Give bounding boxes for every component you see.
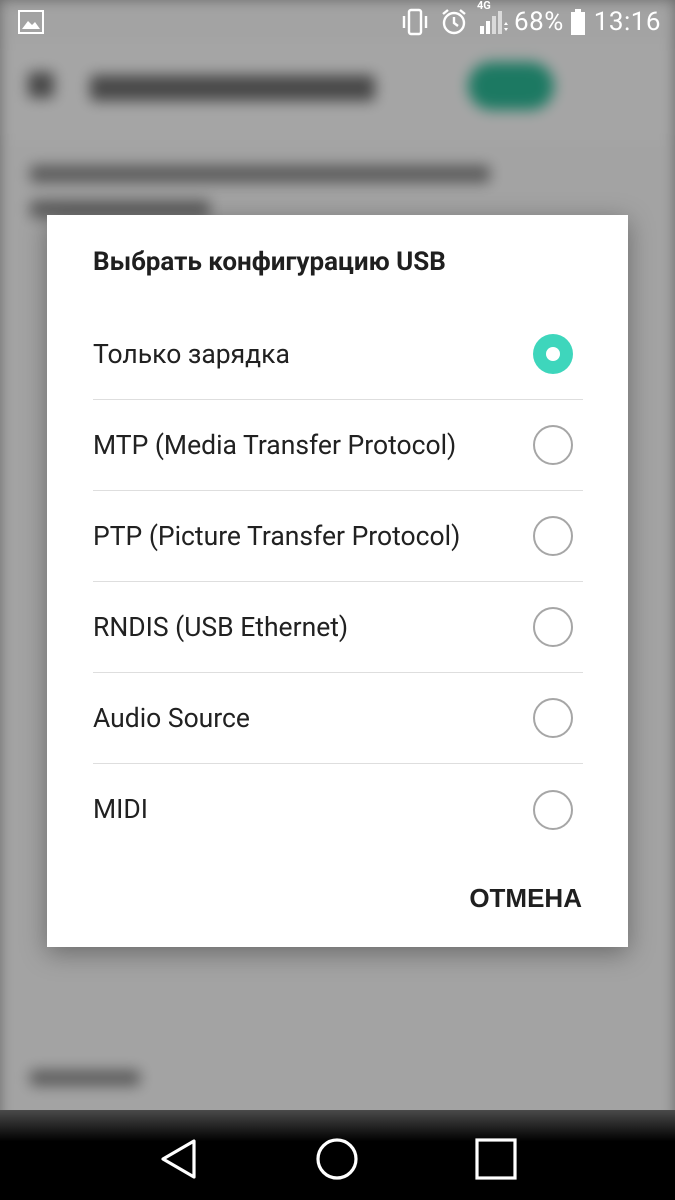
usb-config-dialog: Выбрать конфигурацию USB Только зарядка … bbox=[47, 215, 628, 947]
home-button[interactable] bbox=[307, 1129, 367, 1189]
option-label: Только зарядка bbox=[93, 338, 290, 370]
option-midi[interactable]: MIDI bbox=[93, 764, 583, 855]
back-button[interactable] bbox=[149, 1129, 209, 1189]
option-label: PTP (Picture Transfer Protocol) bbox=[93, 520, 461, 552]
status-bar: 4G 68% 13:16 bbox=[0, 0, 675, 44]
recents-icon bbox=[475, 1138, 517, 1180]
radio-button[interactable] bbox=[533, 607, 573, 647]
option-charging-only[interactable]: Только зарядка bbox=[93, 309, 583, 400]
option-label: RNDIS (USB Ethernet) bbox=[93, 611, 349, 643]
battery-icon bbox=[570, 9, 586, 35]
battery-percent: 68% bbox=[513, 7, 564, 37]
home-icon bbox=[316, 1138, 359, 1180]
navigation-bar bbox=[0, 1110, 675, 1200]
option-rndis[interactable]: RNDIS (USB Ethernet) bbox=[93, 582, 583, 673]
option-ptp[interactable]: PTP (Picture Transfer Protocol) bbox=[93, 491, 583, 582]
clock: 13:16 bbox=[593, 7, 661, 37]
radio-button[interactable] bbox=[533, 516, 573, 556]
radio-button[interactable] bbox=[533, 698, 573, 738]
option-label: Audio Source bbox=[93, 702, 250, 734]
back-icon bbox=[161, 1139, 196, 1179]
radio-button-selected[interactable] bbox=[533, 334, 573, 374]
image-notification-icon bbox=[18, 10, 44, 34]
radio-button[interactable] bbox=[533, 789, 573, 830]
signal-icon: 4G bbox=[477, 0, 508, 36]
vibrate-icon bbox=[400, 8, 430, 36]
option-label: MTP (Media Transfer Protocol) bbox=[93, 429, 457, 461]
cancel-button[interactable]: ОТМЕНА bbox=[469, 883, 582, 914]
network-type-label: 4G bbox=[476, 0, 491, 12]
dialog-title: Выбрать конфигурацию USB bbox=[93, 247, 446, 277]
radio-button[interactable] bbox=[533, 425, 573, 465]
option-mtp[interactable]: MTP (Media Transfer Protocol) bbox=[93, 400, 583, 491]
option-label: MIDI bbox=[93, 794, 148, 825]
option-audio-source[interactable]: Audio Source bbox=[93, 673, 583, 764]
alarm-icon bbox=[440, 8, 468, 36]
recents-button[interactable] bbox=[466, 1129, 526, 1189]
